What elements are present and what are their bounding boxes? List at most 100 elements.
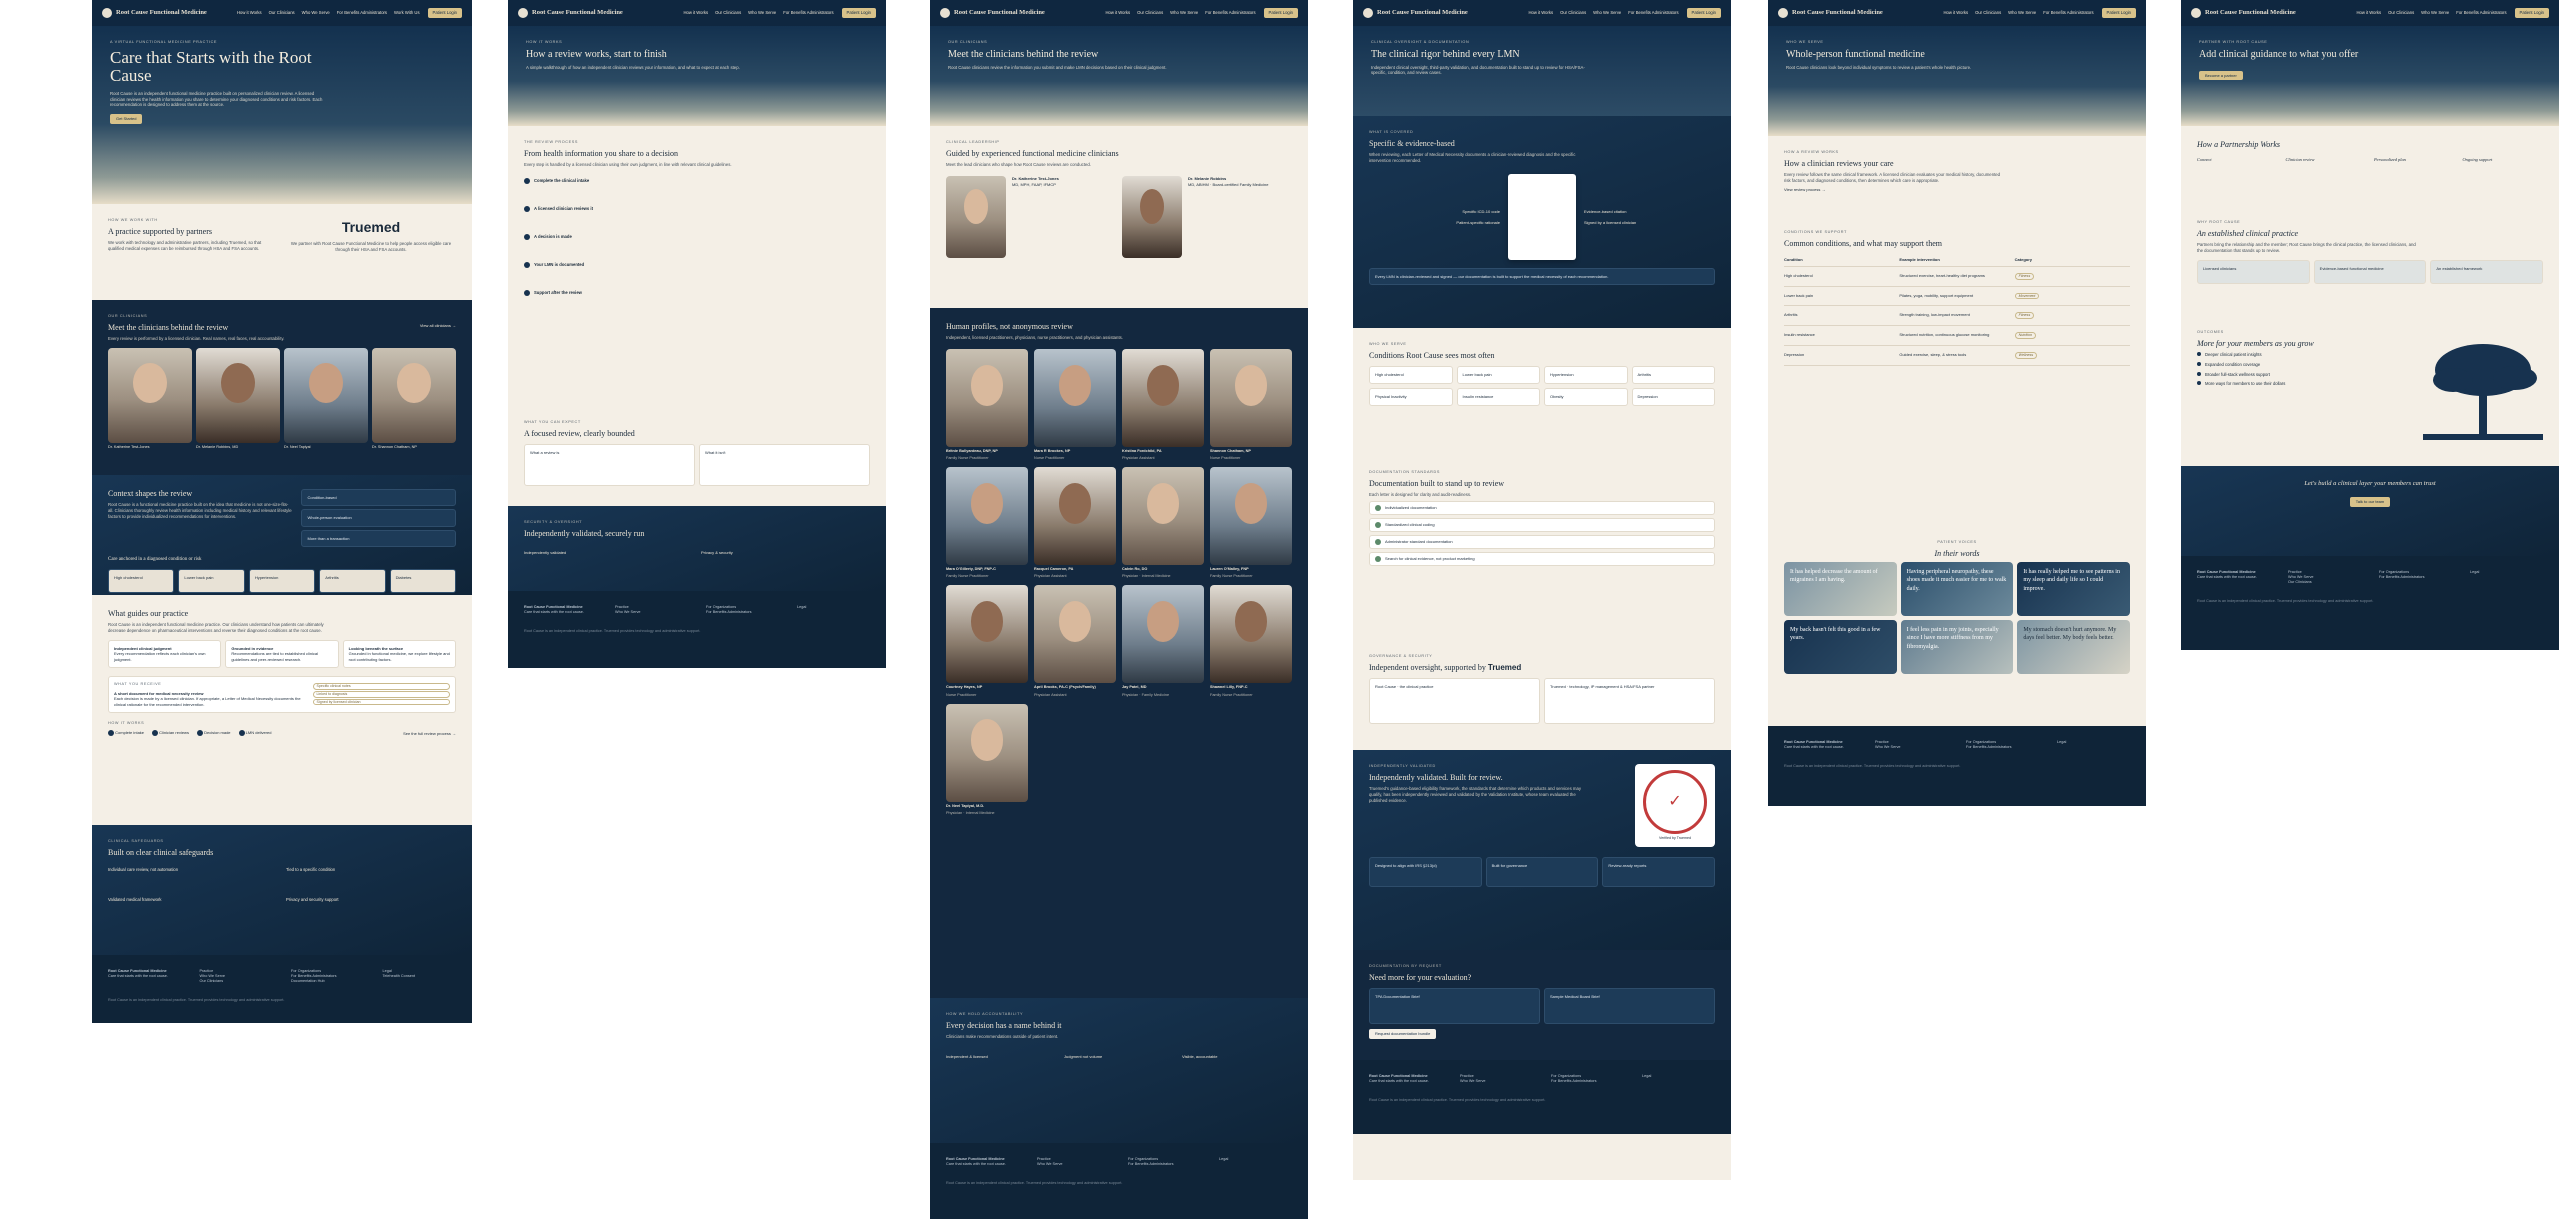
- profile-card[interactable]: Shannon Chatham, NP Nurse Practitioner: [1210, 348, 1292, 461]
- clinician-photo[interactable]: [196, 348, 280, 444]
- nav-link[interactable]: Who We Serve: [2008, 10, 2036, 16]
- footer-link[interactable]: Our Clinicians: [2288, 580, 2361, 585]
- footer-link[interactable]: For Benefits Administrators: [2379, 575, 2452, 580]
- nav-link[interactable]: Who We Serve: [302, 10, 330, 16]
- brand-logo[interactable]: Root Cause Functional Medicine: [102, 8, 229, 18]
- profile-card[interactable]: Racquel Cameron, PA Physician Assistant: [1034, 467, 1116, 579]
- nav-link[interactable]: For Benefits Administrators: [337, 10, 387, 16]
- talk-to-team-button[interactable]: Talk to our team: [2349, 497, 2391, 507]
- nav-link[interactable]: For Benefits Administrators: [783, 10, 833, 16]
- clinician-photo[interactable]: [372, 348, 456, 444]
- nav-link[interactable]: Our Clinicians: [1560, 10, 1586, 16]
- nav-link[interactable]: Our Clinicians: [1975, 10, 2001, 16]
- profile-card[interactable]: Courtney Hayes, NP Nurse Practitioner: [946, 585, 1028, 697]
- hero-eyebrow: Our Clinicians: [948, 40, 988, 44]
- clinicians-section: Our Clinicians Meet the clinicians behin…: [92, 300, 472, 475]
- condition-card[interactable]: Arthritis: [319, 568, 386, 593]
- profile-card[interactable]: Jay Patel, MD Physician · Family Medicine: [1122, 585, 1204, 697]
- condition-card[interactable]: Lower back pain: [178, 568, 245, 593]
- profile-card[interactable]: Dr. Neel Tapiyal, M.D. Physician · Intern…: [946, 703, 1028, 816]
- footer-link[interactable]: Who We Serve: [1037, 1162, 1110, 1167]
- profile-card[interactable]: Mara R Brookes, NP Nurse Practitioner: [1034, 348, 1116, 461]
- patient-login-button[interactable]: Patient Login: [841, 8, 876, 18]
- lead-clinician-photo[interactable]: [1122, 176, 1182, 259]
- nav-link[interactable]: Who We Serve: [748, 10, 776, 16]
- footer-link[interactable]: Legal: [1642, 1074, 1715, 1079]
- nav-link[interactable]: Our Clinicians: [715, 10, 741, 16]
- brand-logo[interactable]: Root Cause Functional Medicine: [1363, 8, 1521, 18]
- profile-card[interactable]: Lauren O'Malley, FNP Family Nurse Practit…: [1210, 467, 1292, 579]
- practice-card: Evidence-based functional medicine: [2313, 259, 2427, 284]
- footer-link[interactable]: For Benefits Administrators: [706, 610, 779, 615]
- step-item: Clinician reviews: [152, 730, 189, 737]
- nav-link[interactable]: Who We Serve: [2421, 10, 2449, 16]
- condition-card[interactable]: Diabetes: [389, 568, 457, 593]
- nav-link[interactable]: How it Works: [684, 10, 709, 16]
- nav-link[interactable]: For Benefits Administrators: [1205, 10, 1255, 16]
- nav-link[interactable]: How it Works: [1106, 10, 1131, 16]
- condition-card[interactable]: High cholesterol: [108, 568, 175, 593]
- profile-card[interactable]: Calvin Ro, DO Physician · Internal Medici…: [1122, 467, 1204, 579]
- nav-link[interactable]: How it Works: [2357, 10, 2382, 16]
- full-process-link[interactable]: See the full review process →: [403, 731, 456, 736]
- footer-link[interactable]: Legal: [1219, 1157, 1292, 1162]
- view-all-clinicians-link[interactable]: View all clinicians →: [420, 323, 456, 336]
- profile-card[interactable]: Britnie Bullyardeau, DNP, NP Family Nurse…: [946, 348, 1028, 461]
- footer-link[interactable]: Our Clinicians: [200, 979, 274, 984]
- nav-link[interactable]: For Benefits Administrators: [1628, 10, 1678, 16]
- profile-name: Calvin Ro, DO: [1122, 567, 1148, 572]
- nav-link[interactable]: How it Works: [237, 10, 262, 16]
- brand-logo[interactable]: Root Cause Functional Medicine: [518, 8, 676, 18]
- more-eyebrow: Outcomes: [2197, 330, 2224, 334]
- profile-role: Physician · Internal Medicine: [1122, 574, 1171, 579]
- profile-card[interactable]: Mara O'Gillerty, DNP, FNP-C Family Nurse …: [946, 467, 1028, 579]
- footer-link[interactable]: For Benefits Administrators: [1128, 1162, 1201, 1167]
- footer-link[interactable]: Legal: [797, 605, 870, 610]
- nav-link[interactable]: Who We Serve: [1593, 10, 1621, 16]
- nav-link[interactable]: Work With Us: [394, 10, 420, 16]
- lead-clinician-photo[interactable]: [946, 176, 1006, 259]
- footer-link[interactable]: Telehealth Consent: [383, 974, 457, 979]
- profile-card[interactable]: Shawnel Lilly, FNP-C Family Nurse Practit…: [1210, 585, 1292, 697]
- patient-login-button[interactable]: Patient Login: [1686, 8, 1721, 18]
- clinician-photo[interactable]: [284, 348, 368, 444]
- check-icon: [1375, 556, 1381, 563]
- condition-card[interactable]: Hypertension: [248, 568, 316, 593]
- patient-login-button[interactable]: Patient Login: [2101, 8, 2136, 18]
- profile-card[interactable]: Kristina Fordchild, PA Physician Assistan…: [1122, 348, 1204, 461]
- hero-eyebrow: A Virtual Functional Medicine Practice: [110, 40, 218, 44]
- footer-legal: Root Cause is an independent clinical pr…: [524, 629, 701, 634]
- nav-link[interactable]: For Benefits Administrators: [2456, 10, 2506, 16]
- nav-link[interactable]: How it Works: [1944, 10, 1969, 16]
- get-started-button[interactable]: Get Started: [110, 114, 143, 124]
- brand-logo[interactable]: Root Cause Functional Medicine: [1778, 8, 1936, 18]
- safeguard-item: Tied to a specific condition: [286, 867, 336, 873]
- nav-link[interactable]: How it Works: [1529, 10, 1554, 16]
- nav-link[interactable]: Who We Serve: [1170, 10, 1198, 16]
- footer-link[interactable]: For Benefits Administrators: [1551, 1079, 1624, 1084]
- footer-link[interactable]: Documentation Hub: [291, 979, 365, 984]
- nav-link[interactable]: For Benefits Administrators: [2043, 10, 2093, 16]
- clinician-photo[interactable]: [108, 348, 192, 444]
- request-bundle-button[interactable]: Request documentation bundle: [1369, 1029, 1437, 1039]
- brand-logo[interactable]: Root Cause Functional Medicine: [2191, 8, 2349, 18]
- footer-link[interactable]: Who We Serve: [615, 610, 688, 615]
- nav-link[interactable]: Our Clinicians: [2388, 10, 2414, 16]
- how-title: How a Partnership Works: [2197, 140, 2281, 149]
- become-partner-button[interactable]: Become a partner: [2199, 70, 2243, 81]
- footer-link[interactable]: Who We Serve: [1875, 745, 1948, 750]
- nav-link[interactable]: Our Clinicians: [1137, 10, 1163, 16]
- more-card[interactable]: TPA Documentation Brief: [1369, 988, 1540, 1025]
- footer-link[interactable]: For Benefits Administrators: [1966, 745, 2039, 750]
- footer-link[interactable]: Legal: [2470, 570, 2543, 575]
- review-process-link[interactable]: View review process →: [1784, 187, 2130, 192]
- patient-login-button[interactable]: Patient Login: [2514, 8, 2549, 18]
- more-card[interactable]: Sample Medical Board Brief: [1544, 988, 1715, 1025]
- patient-login-button[interactable]: Patient Login: [427, 8, 462, 18]
- profile-card[interactable]: April Brooks, PA-C (Psych/Family) Physici…: [1034, 585, 1116, 697]
- brand-logo[interactable]: Root Cause Functional Medicine: [940, 8, 1098, 18]
- nav-link[interactable]: Our Clinicians: [269, 10, 295, 16]
- footer-link[interactable]: Legal: [2057, 740, 2130, 745]
- patient-login-button[interactable]: Patient Login: [1263, 8, 1298, 18]
- footer-link[interactable]: Who We Serve: [1460, 1079, 1533, 1084]
